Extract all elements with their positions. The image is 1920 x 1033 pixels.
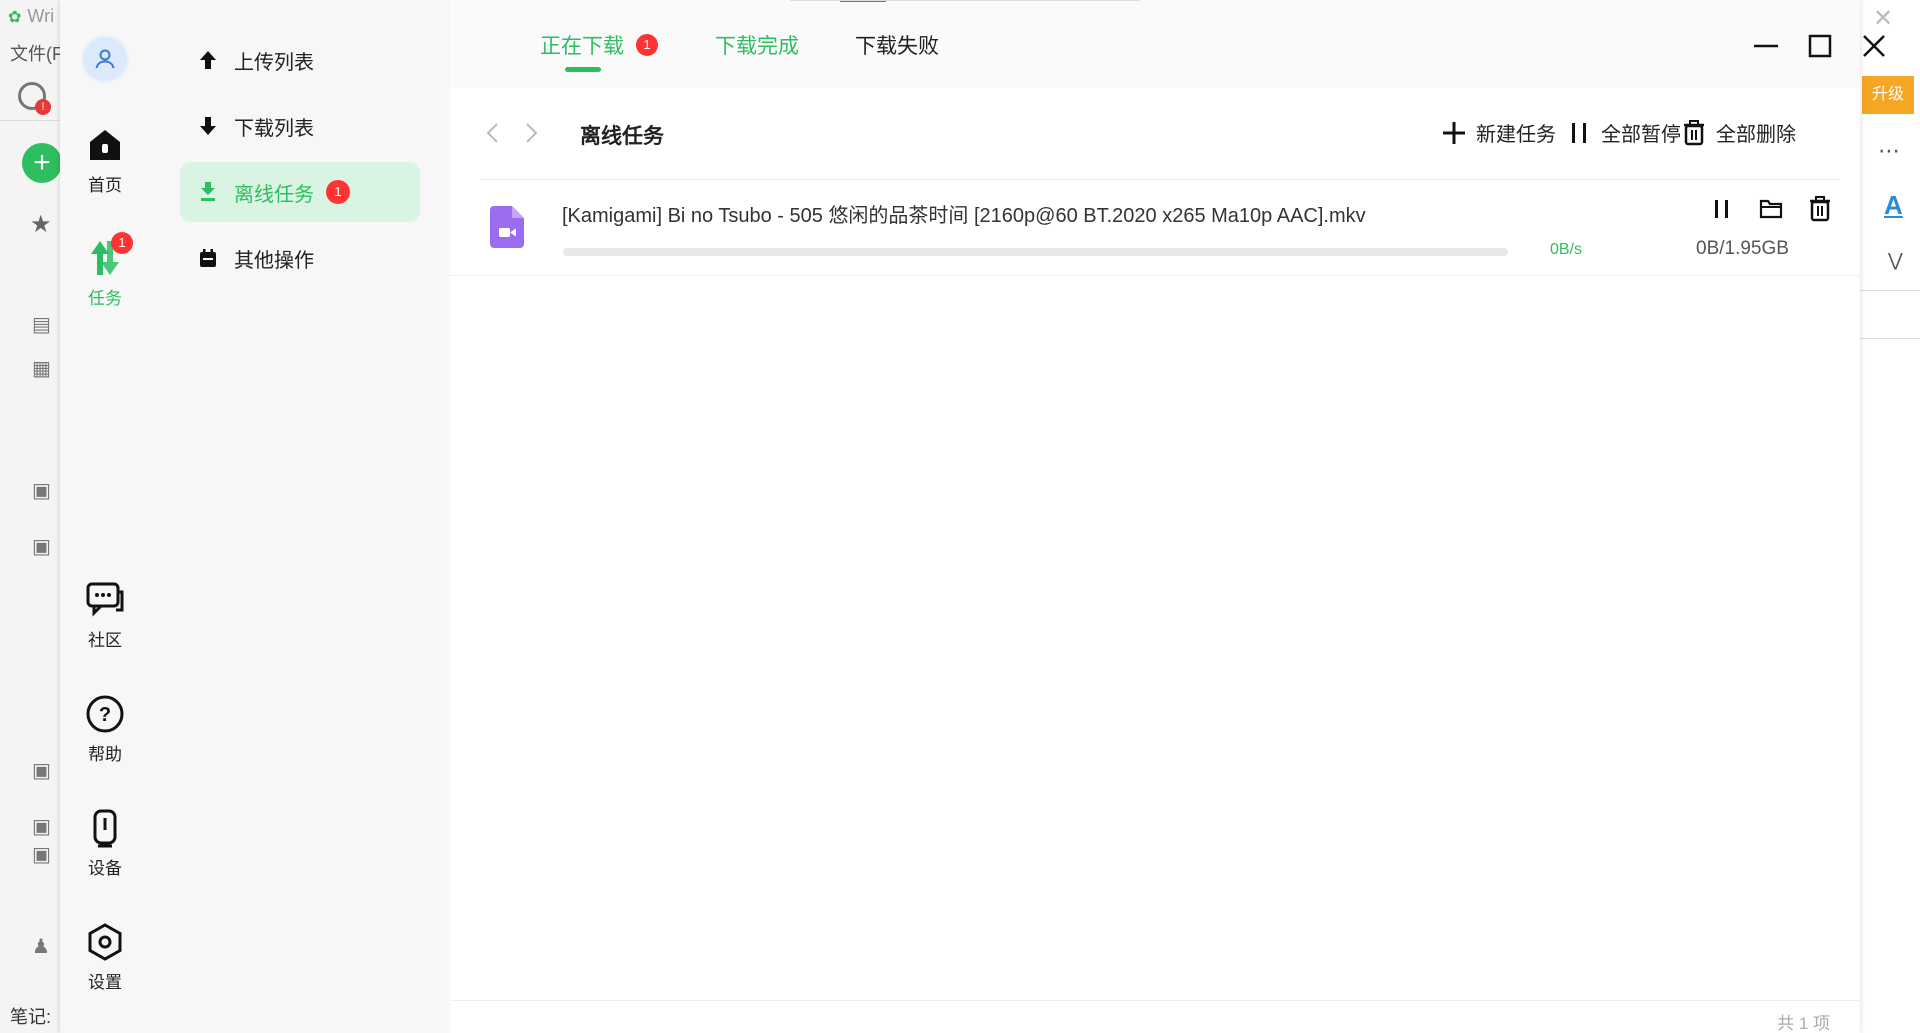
task-panel: 正在下载 1 下载完成 下载失败 离线任务 新建任务 全部暂停 全部删除 [Ka… <box>450 0 1885 1033</box>
rail-item-label: 首页 <box>88 176 122 195</box>
downloading-badge: 1 <box>636 34 658 56</box>
file-size: 0B/1.95GB <box>1696 238 1789 259</box>
background-app-title: ✿ Wri <box>8 6 55 26</box>
pause-all-label: 全部暂停 <box>1601 124 1681 146</box>
font-color-icon[interactable]: A <box>1884 190 1903 221</box>
nav-item-label: 其他操作 <box>234 249 314 272</box>
calendar-icon <box>196 246 220 270</box>
delete-all-button[interactable]: 全部删除 <box>1680 118 1796 147</box>
rail-item-label: 任务 <box>88 289 122 308</box>
upload-arrow-icon <box>196 48 220 72</box>
double-chevron-down-icon[interactable]: ⋁ <box>1888 250 1903 271</box>
tab-downloading[interactable]: 正在下载 1 <box>540 30 658 60</box>
rail-item-label: 帮助 <box>88 745 122 764</box>
transfer-nav: 上传列表 下载列表 离线任务 1 其他操作 <box>150 0 450 1033</box>
file-name: [Kamigami] Bi no Tsubo - 505 悠闲的品茶时间 [21… <box>562 205 1366 227</box>
upgrade-button[interactable]: 升级 <box>1862 76 1914 114</box>
tab-bar: 正在下载 1 下载完成 下载失败 <box>450 0 1885 88</box>
note-share-icon[interactable]: ▣ <box>32 814 51 839</box>
rail-item-help[interactable]: ? 帮助 <box>60 694 150 765</box>
forward-arrow-icon[interactable] <box>520 118 544 148</box>
rail-item-tasks[interactable]: 1 任务 <box>60 232 150 309</box>
offline-download-icon <box>196 180 220 204</box>
video-file-icon <box>490 206 524 248</box>
nav-item-label: 上传列表 <box>234 51 314 74</box>
user-icon <box>95 49 115 69</box>
rail-item-settings[interactable]: 设置 <box>60 922 150 993</box>
notebook-icon[interactable]: ▦ <box>32 356 51 381</box>
rail-item-label: 社区 <box>88 631 122 650</box>
pause-task-icon[interactable] <box>1705 192 1739 226</box>
nav-item-download-list[interactable]: 下载列表 <box>180 96 420 156</box>
tab-label: 正在下载 <box>540 35 624 58</box>
tab-label: 下载完成 <box>715 35 799 58</box>
table-row[interactable]: [Kamigami] Bi no Tsubo - 505 悠闲的品茶时间 [21… <box>450 180 1860 276</box>
progress-bar <box>563 248 1508 256</box>
minimize-icon[interactable] <box>1748 28 1784 64</box>
nav-item-label: 离线任务 <box>234 183 314 206</box>
device-icon <box>85 808 125 848</box>
new-note-button[interactable]: + <box>22 143 62 183</box>
sync-icon[interactable]: ! <box>18 82 51 115</box>
active-tab-indicator <box>565 67 601 72</box>
pause-all-button[interactable]: 全部暂停 <box>1565 118 1681 147</box>
note-share-icon[interactable]: ▣ <box>32 758 51 783</box>
back-arrow-icon[interactable] <box>480 118 504 148</box>
pause-icon <box>1565 119 1593 147</box>
more-icon[interactable]: ⋯ <box>1878 138 1902 164</box>
status-footer: 共 1 项 <box>450 1000 1860 1033</box>
svg-text:?: ? <box>99 704 111 726</box>
tab-completed[interactable]: 下载完成 <box>715 30 799 60</box>
chat-icon <box>85 580 125 620</box>
task-toolbar: 离线任务 新建任务 全部暂停 全部删除 <box>480 114 1860 154</box>
note-import-icon[interactable]: ▣ <box>32 842 51 867</box>
rail-item-community[interactable]: 社区 <box>60 580 150 651</box>
delete-task-icon[interactable] <box>1803 192 1837 226</box>
background-menu-file[interactable]: 文件(F <box>10 40 63 66</box>
rail-item-label: 设置 <box>88 973 122 992</box>
new-task-button[interactable]: 新建任务 <box>1440 118 1556 147</box>
nav-item-other-actions[interactable]: 其他操作 <box>180 228 420 288</box>
tasks-badge: 1 <box>111 232 133 254</box>
note-icon[interactable]: ▤ <box>32 312 51 337</box>
evernote-logo-icon: ✿ <box>8 8 22 26</box>
close-icon[interactable] <box>1856 28 1892 64</box>
rail-item-home[interactable]: 首页 <box>60 125 150 196</box>
tab-failed[interactable]: 下载失败 <box>855 30 939 60</box>
plus-icon <box>1440 119 1468 147</box>
trash-icon <box>1680 119 1708 147</box>
offline-tasks-badge: 1 <box>326 180 350 204</box>
nav-item-label: 下载列表 <box>234 117 314 140</box>
maximize-icon[interactable] <box>1802 28 1838 64</box>
avatar[interactable] <box>81 35 129 83</box>
breadcrumb: 离线任务 <box>580 125 664 148</box>
transfer-icon: 1 <box>85 232 133 278</box>
people-icon[interactable]: ♟ <box>32 934 50 959</box>
home-icon <box>85 125 125 165</box>
rail-item-label: 设备 <box>88 859 122 878</box>
notes-status-label: 笔记: <box>10 1007 52 1027</box>
star-icon[interactable]: ★ <box>30 210 52 239</box>
transfer-window: 首页 1 任务 社区 ? 帮助 设备 设置 上传列表 下载列表 离线任务 1 其… <box>60 0 1885 1033</box>
icon-rail: 首页 1 任务 社区 ? 帮助 设备 设置 <box>60 0 150 1033</box>
note-share-icon[interactable]: ▣ <box>32 478 51 503</box>
tab-label: 下载失败 <box>855 35 939 58</box>
nav-item-upload-list[interactable]: 上传列表 <box>180 30 420 90</box>
note-share-icon[interactable]: ▣ <box>32 534 51 559</box>
help-icon: ? <box>85 694 125 734</box>
download-speed: 0B/s <box>1550 241 1583 258</box>
new-task-label: 新建任务 <box>1476 124 1556 146</box>
download-arrow-icon <box>196 114 220 138</box>
rail-item-device[interactable]: 设备 <box>60 808 150 879</box>
item-count: 共 1 项 <box>1777 1014 1830 1033</box>
delete-all-label: 全部删除 <box>1716 124 1796 146</box>
open-folder-icon[interactable] <box>1754 192 1788 226</box>
nav-item-offline-tasks[interactable]: 离线任务 1 <box>180 162 420 222</box>
settings-icon <box>85 922 125 962</box>
